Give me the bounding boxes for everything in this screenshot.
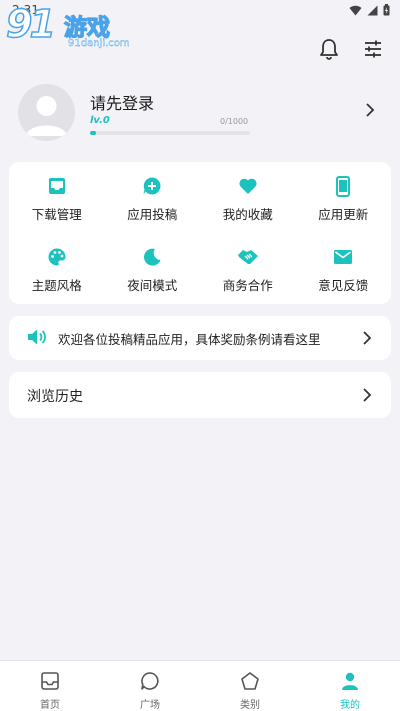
battery-icon <box>383 4 390 16</box>
grid-item-app-update[interactable]: 应用更新 <box>296 162 392 233</box>
grid-item-night-mode[interactable]: 夜间模式 <box>105 233 201 304</box>
sliders-icon <box>365 40 381 58</box>
bell-icon <box>320 39 338 60</box>
home-inbox-icon <box>41 672 59 690</box>
nav-item-home[interactable]: 首页 <box>0 661 100 711</box>
chat-bubble-icon <box>141 672 159 690</box>
login-prompt[interactable]: 请先登录 <box>90 90 154 114</box>
grid-item-download-manager[interactable]: 下载管理 <box>9 162 105 233</box>
chevron-right-icon <box>366 103 375 117</box>
grid-label: 主题风格 <box>31 278 82 293</box>
moon-icon <box>144 248 161 266</box>
browse-history-row[interactable]: 浏览历史 <box>9 372 391 418</box>
grid-item-theme-style[interactable]: 主题风格 <box>9 233 105 304</box>
handshake-icon <box>237 250 258 264</box>
nav-label: 我的 <box>340 700 360 711</box>
level-label: lv.0 <box>90 115 110 126</box>
watermark-number: 91 <box>5 1 56 47</box>
watermark-logo: 91 游戏 91danji.com <box>5 1 141 54</box>
exp-progress-fill <box>90 131 97 135</box>
signal-icon <box>367 5 378 15</box>
grid-label: 应用更新 <box>318 207 369 222</box>
grid-label: 下载管理 <box>31 207 82 222</box>
phone-icon <box>336 175 351 197</box>
speaker-icon <box>28 329 46 345</box>
chat-plus-icon <box>143 177 161 195</box>
pentagon-icon <box>241 672 259 690</box>
grid-item-business-cooperation[interactable]: 商务合作 <box>200 233 296 304</box>
exp-progress-bar <box>90 131 250 135</box>
grid-item-favorites[interactable]: 我的收藏 <box>200 162 296 233</box>
palette-icon <box>48 248 66 266</box>
avatar[interactable] <box>18 84 75 141</box>
nav-label: 类别 <box>240 700 260 711</box>
person-icon <box>342 672 358 690</box>
grid-label: 夜间模式 <box>127 278 178 293</box>
notice-text: 欢迎各位投稿精品应用，具体奖励条例请看这里 <box>58 332 321 347</box>
status-icons <box>349 4 390 16</box>
watermark-title: 游戏 <box>63 14 110 41</box>
exp-text: 0/1000 <box>220 117 249 126</box>
default-avatar-icon <box>26 96 67 136</box>
grid-item-app-submit[interactable]: 应用投稿 <box>105 162 201 233</box>
nav-label: 广场 <box>140 700 160 711</box>
grid-label: 意见反馈 <box>318 278 369 293</box>
feature-grid-card: 下载管理 应用投稿 我的收藏 应用更新 主题风格 夜间模式 商务合作 意见反馈 <box>9 162 391 304</box>
mail-icon <box>334 250 353 264</box>
chevron-right-icon <box>363 388 372 402</box>
heart-icon <box>239 178 257 194</box>
bottom-nav: 首页 广场 类别 我的 <box>0 660 400 711</box>
nav-label: 首页 <box>40 700 60 711</box>
wifi-icon <box>349 5 362 15</box>
watermark-url: 91danji.com <box>68 38 130 49</box>
profile-section[interactable]: 请先登录 lv.0 0/1000 <box>18 84 388 142</box>
submission-notice[interactable]: 欢迎各位投稿精品应用，具体奖励条例请看这里 <box>9 316 391 360</box>
nav-item-category[interactable]: 类别 <box>200 661 300 711</box>
inbox-icon <box>48 178 65 194</box>
nav-item-square[interactable]: 广场 <box>100 661 200 711</box>
settings-button[interactable] <box>360 36 386 62</box>
browse-history-label: 浏览历史 <box>27 389 83 405</box>
grid-item-feedback[interactable]: 意见反馈 <box>296 233 392 304</box>
grid-label: 商务合作 <box>222 278 273 293</box>
grid-label: 我的收藏 <box>222 207 273 222</box>
grid-label: 应用投稿 <box>127 207 178 222</box>
feature-grid: 下载管理 应用投稿 我的收藏 应用更新 主题风格 夜间模式 商务合作 意见反馈 <box>9 162 391 304</box>
chevron-right-icon <box>363 331 372 345</box>
notification-button[interactable] <box>316 36 342 62</box>
nav-item-mine[interactable]: 我的 <box>300 661 400 711</box>
